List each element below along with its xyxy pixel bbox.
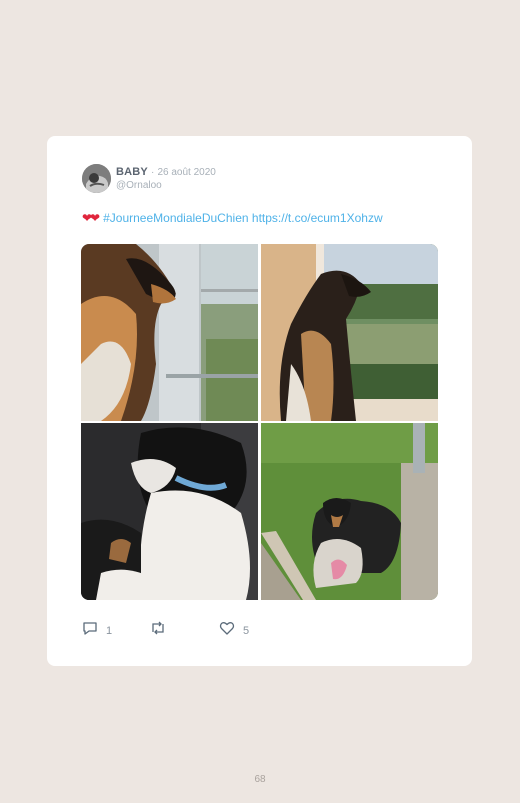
url-link[interactable]: https://t.co/ecum1Xohzw (252, 211, 383, 225)
like-count: 5 (243, 624, 250, 637)
heart-emoji: ❤❤ (82, 211, 100, 225)
author-line: BABY · 26 août 2020 (116, 166, 216, 178)
separator: · (151, 167, 155, 178)
tweet-date[interactable]: 26 août 2020 (157, 167, 215, 178)
author-name[interactable]: BABY (116, 166, 148, 178)
avatar[interactable] (82, 164, 111, 193)
photo-grid (81, 244, 438, 600)
page-number: 68 (254, 774, 266, 785)
like-icon (219, 620, 235, 641)
like-button[interactable]: 5 (219, 620, 249, 641)
photo-4[interactable] (261, 423, 438, 600)
hashtag-link[interactable]: #JourneeMondialeDuChien (103, 211, 248, 225)
retweet-button[interactable] (149, 620, 175, 641)
reply-button[interactable]: 1 (82, 620, 112, 641)
action-bar: 1 5 (82, 620, 382, 640)
tweet-card: BABY · 26 août 2020 @Ornaloo ❤❤ #JourneeM… (47, 136, 472, 666)
retweet-icon (149, 620, 167, 641)
reply-icon (82, 620, 98, 641)
photo-2[interactable] (261, 244, 438, 421)
tweet-text: ❤❤ #JourneeMondialeDuChien https://t.co/e… (82, 211, 383, 225)
photo-1[interactable] (81, 244, 258, 421)
reply-count: 1 (106, 624, 113, 637)
author-handle[interactable]: @Ornaloo (116, 180, 162, 191)
photo-3[interactable] (81, 423, 258, 600)
